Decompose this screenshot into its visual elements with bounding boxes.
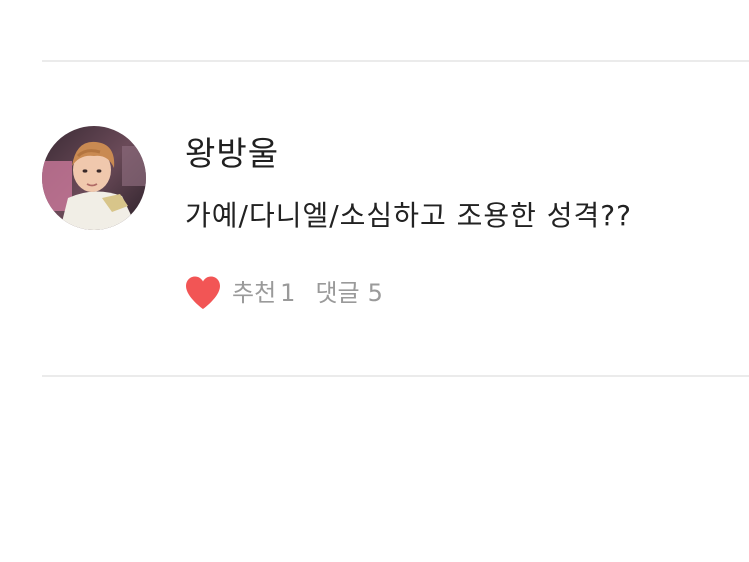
like-count: 1 — [280, 279, 296, 307]
post-content[interactable]: 가예/다니엘/소심하고 조용한 성격?? — [185, 196, 632, 236]
comment-label[interactable]: 댓글 — [315, 273, 359, 313]
bottom-divider — [42, 375, 749, 377]
comment-count: 5 — [367, 279, 383, 307]
post-author[interactable]: 왕방울 — [185, 132, 279, 176]
post-item[interactable]: 왕방울 가예/다니엘/소심하고 조용한 성격?? 추천 1 댓글 5 — [42, 126, 742, 326]
like-label[interactable]: 추천 — [232, 273, 276, 313]
heart-icon[interactable] — [184, 275, 222, 311]
avatar[interactable] — [42, 126, 146, 230]
post-meta: 추천 1 댓글 5 — [184, 273, 383, 313]
top-divider — [42, 60, 749, 62]
